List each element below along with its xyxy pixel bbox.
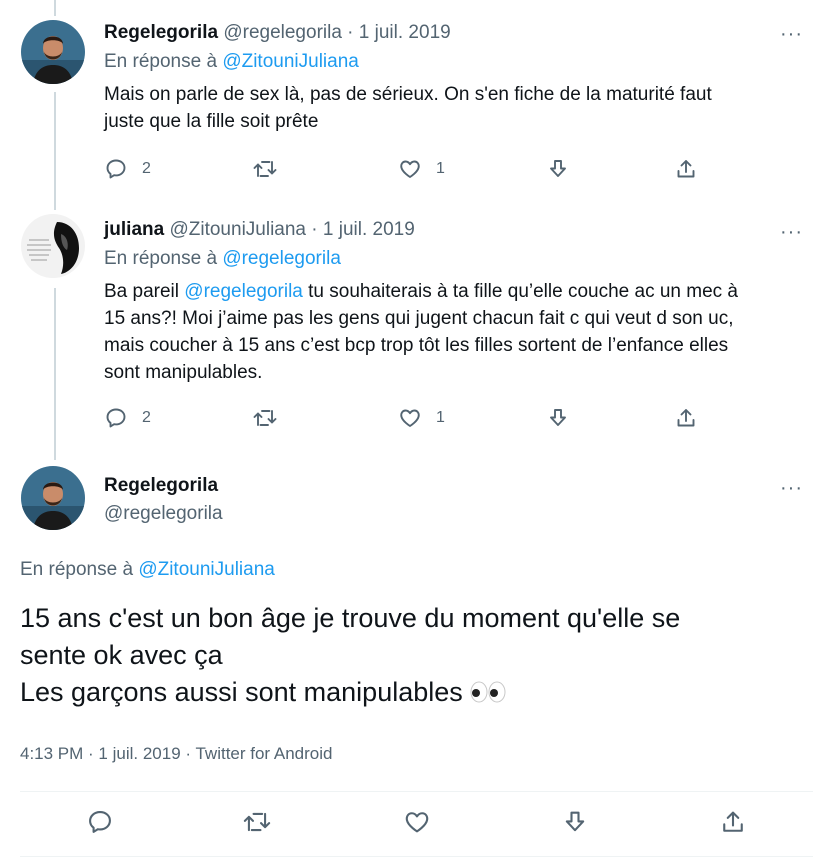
tweet-text-line: sont manipulables. — [104, 362, 263, 383]
reply-context: En réponse à @ZitouniJuliana — [104, 50, 803, 74]
tweet-time[interactable]: 4:13 PM — [20, 744, 83, 763]
tweet-header: juliana @ZitouniJuliana · 1 juil. 2019 — [104, 218, 803, 242]
share-button[interactable] — [674, 406, 698, 430]
reply-button[interactable] — [86, 808, 114, 841]
tweet-text-line: juste que la fille soit prête — [104, 111, 319, 132]
more-icon[interactable]: ··· — [780, 222, 803, 242]
reply-button[interactable]: 2 — [104, 406, 151, 430]
reply-button[interactable]: 2 — [104, 157, 151, 181]
reply-icon — [106, 159, 126, 179]
tweet-text-line: mais coucher à 15 ans c’est bcp trop tôt… — [104, 335, 729, 356]
like-icon — [405, 812, 429, 833]
like-icon — [400, 160, 420, 178]
reply-prefix: En réponse à — [20, 559, 134, 580]
bookmark-icon — [550, 160, 566, 177]
bookmark-button[interactable] — [546, 157, 570, 181]
mention-link[interactable]: @regelegorila — [184, 281, 303, 302]
tweet-header: Regelegorila @regelegorila · 1 juil. 201… — [104, 21, 803, 45]
separator: · — [83, 744, 99, 763]
author-handle[interactable]: @regelegorila — [104, 502, 223, 526]
avatar[interactable] — [21, 20, 85, 84]
tweet-text-segment: tu souhaiterais à ta fille qu’elle couch… — [302, 281, 739, 302]
divider — [20, 791, 813, 792]
tweet-text-segment: Ba pareil — [104, 281, 185, 302]
tweet-text-line: sente ok avec ça — [20, 640, 223, 670]
like-button[interactable] — [403, 808, 431, 841]
tweet-text-line: Mais on parle de sex là, pas de sérieux.… — [104, 84, 712, 105]
separator: · — [180, 744, 196, 763]
like-count: 1 — [436, 160, 445, 177]
main-tweet-actions — [0, 808, 823, 844]
tweet-date[interactable]: 1 juil. 2019 — [98, 744, 180, 763]
tweet-text-line: Les garçons aussi sont manipulables — [20, 674, 810, 714]
tweet-text-line: Ba pareil @regelegorila tu souhaiterais … — [104, 278, 803, 305]
share-icon — [677, 160, 695, 178]
share-button[interactable] — [674, 157, 698, 181]
divider — [20, 856, 813, 857]
retweet-button[interactable] — [252, 157, 278, 181]
author-handle[interactable]: @ZitouniJuliana — [169, 219, 306, 240]
tweet[interactable]: Regelegorila @regelegorila · 1 juil. 201… — [0, 0, 823, 200]
retweet-icon — [243, 812, 271, 832]
tweet-source[interactable]: Twitter for Android — [195, 744, 332, 763]
reply-context: En réponse à @ZitouniJuliana — [20, 559, 275, 581]
reply-prefix: En réponse à — [104, 248, 218, 269]
tweet-text-segment: Les garçons aussi sont manipulables — [20, 677, 463, 707]
reply-count: 2 — [142, 409, 151, 426]
like-button[interactable]: 1 — [398, 406, 445, 430]
share-icon — [723, 811, 743, 832]
avatar[interactable] — [21, 214, 85, 278]
like-button[interactable]: 1 — [398, 157, 445, 181]
retweet-icon — [253, 161, 277, 177]
eyes-emoji — [469, 677, 507, 714]
separator: · — [341, 22, 359, 43]
share-icon — [677, 409, 695, 427]
more-icon[interactable]: ··· — [780, 24, 803, 44]
author-handle[interactable]: @regelegorila — [223, 22, 342, 43]
bookmark-icon — [565, 811, 585, 832]
tweet-text-line: 15 ans c'est un bon âge je trouve du mom… — [20, 603, 681, 633]
reply-mention-link[interactable]: @ZitouniJuliana — [222, 51, 359, 72]
tweet-text: Mais on parle de sex là, pas de sérieux.… — [104, 81, 803, 135]
bookmark-icon — [550, 409, 566, 426]
reply-context: En réponse à @regelegorila — [104, 247, 803, 271]
reply-prefix: En réponse à — [104, 51, 218, 72]
reply-icon — [106, 408, 126, 428]
bookmark-button[interactable] — [546, 406, 570, 430]
separator: · — [306, 219, 323, 240]
more-icon[interactable]: ··· — [780, 478, 803, 498]
reply-icon — [89, 811, 111, 833]
author-name[interactable]: Regelegorila — [104, 22, 218, 43]
tweet-text-line: 15 ans?! Moi j’aime pas les gens qui jug… — [104, 308, 734, 329]
share-button[interactable] — [719, 808, 747, 841]
retweet-button[interactable] — [252, 406, 278, 430]
main-tweet-text: 15 ans c'est un bon âge je trouve du mom… — [20, 600, 810, 714]
reply-mention-link[interactable]: @ZitouniJuliana — [138, 559, 275, 580]
reply-count: 2 — [142, 160, 151, 177]
reply-mention-link[interactable]: @regelegorila — [222, 248, 341, 269]
author-name[interactable]: Regelegorila — [104, 474, 223, 498]
tweet[interactable]: juliana @ZitouniJuliana · 1 juil. 2019 E… — [0, 200, 823, 456]
retweet-icon — [253, 410, 277, 426]
tweet-meta: 4:13 PM · 1 juil. 2019 · Twitter for And… — [20, 744, 332, 764]
tweet-date[interactable]: 1 juil. 2019 — [323, 219, 415, 240]
avatar[interactable] — [21, 466, 85, 530]
bookmark-button[interactable] — [561, 808, 589, 841]
like-icon — [400, 409, 420, 427]
like-count: 1 — [436, 409, 445, 426]
tweet-date[interactable]: 1 juil. 2019 — [359, 22, 451, 43]
retweet-button[interactable] — [242, 808, 272, 841]
author-name[interactable]: juliana — [104, 219, 164, 240]
tweet-text: Ba pareil @regelegorila tu souhaiterais … — [104, 278, 803, 386]
